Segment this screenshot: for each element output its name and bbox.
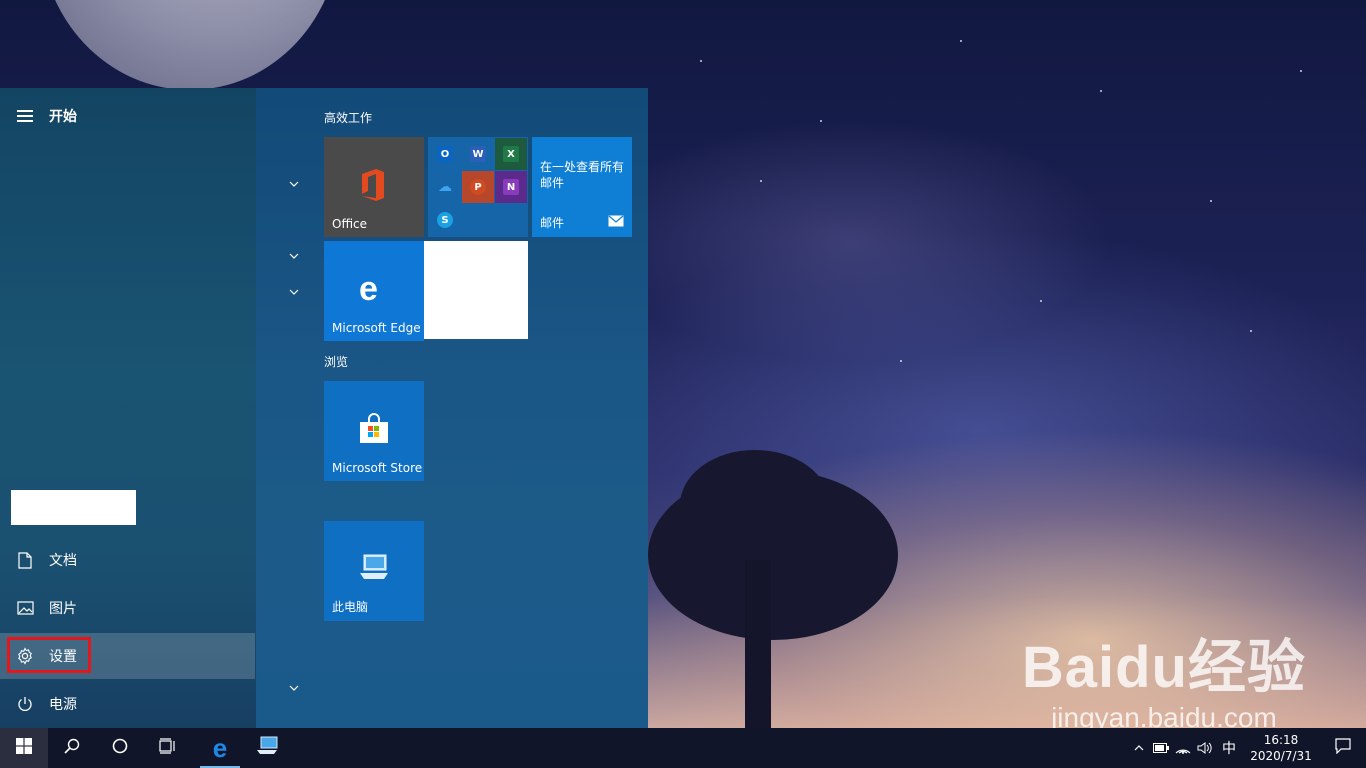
- tree-silhouette: [680, 450, 830, 560]
- tiles-pane: 高效工作 Office O W X ☁ P N S 在一处查看所有邮件 邮件 e…: [256, 88, 648, 728]
- tile-this-pc[interactable]: 此电脑: [324, 521, 424, 621]
- mail-tile-description: 在一处查看所有邮件: [540, 160, 625, 190]
- group-title-browse[interactable]: 浏览: [324, 353, 348, 370]
- tile-label: 此电脑: [332, 600, 369, 614]
- outlook-icon[interactable]: O: [429, 138, 461, 170]
- mail-icon: [608, 212, 624, 231]
- computer-icon: [358, 553, 390, 587]
- settings-highlight-box: [7, 637, 91, 673]
- tile-label: Microsoft Store: [332, 461, 423, 475]
- star: [760, 180, 762, 182]
- cortana-button[interactable]: [96, 728, 144, 768]
- volume-icon[interactable]: [1194, 728, 1216, 768]
- chevron-up-icon[interactable]: [1128, 728, 1150, 768]
- tile-label: 邮件: [540, 216, 565, 230]
- clock-time: 16:18: [1263, 733, 1299, 747]
- star: [1300, 70, 1302, 72]
- tile-office-apps-folder[interactable]: O W X ☁ P N S: [428, 137, 528, 237]
- edge-icon: e: [359, 270, 378, 308]
- start-header[interactable]: 开始: [0, 104, 77, 128]
- battery-icon[interactable]: [1150, 728, 1172, 768]
- powerpoint-icon[interactable]: P: [462, 171, 494, 203]
- group-title-productivity[interactable]: 高效工作: [324, 109, 372, 126]
- excel-icon[interactable]: X: [495, 138, 527, 170]
- windows-logo-icon: [16, 738, 32, 758]
- tile-microsoft-edge[interactable]: e Microsoft Edge: [324, 241, 424, 341]
- action-center-button[interactable]: [1320, 728, 1366, 768]
- rail-item-label: 文档: [49, 553, 77, 569]
- rail-item-documents[interactable]: 文档: [0, 537, 255, 583]
- rail-item-power[interactable]: 电源: [0, 681, 255, 727]
- tile-mail[interactable]: 在一处查看所有邮件 邮件: [532, 137, 632, 237]
- star: [700, 60, 702, 62]
- watermark-title: Baidu经验: [1021, 635, 1306, 700]
- chevron-down-icon[interactable]: [288, 250, 300, 262]
- tree-trunk: [745, 560, 771, 728]
- tile-label: Microsoft Edge: [332, 321, 421, 335]
- notification-icon: [1335, 738, 1351, 758]
- edge-icon: e: [212, 733, 228, 763]
- computer-icon: [256, 736, 280, 760]
- onenote-icon[interactable]: N: [495, 171, 527, 203]
- taskbar-this-pc[interactable]: [244, 728, 292, 768]
- star: [1210, 200, 1212, 202]
- clock-date: 2020/7/31: [1250, 749, 1312, 763]
- chevron-down-icon[interactable]: [288, 286, 300, 298]
- start-title: 开始: [49, 109, 77, 125]
- tile-office[interactable]: Office: [324, 137, 424, 237]
- cortana-circle-icon: [112, 738, 128, 758]
- chevron-down-icon[interactable]: [288, 178, 300, 190]
- moon: [40, 0, 340, 90]
- watermark-url: jingyan.baidu.com: [1051, 702, 1277, 728]
- rail-item-label: 电源: [49, 697, 77, 713]
- office-icon: [358, 167, 388, 207]
- chevron-down-icon[interactable]: [288, 682, 300, 694]
- star: [900, 360, 902, 362]
- word-icon[interactable]: W: [462, 138, 494, 170]
- hamburger-menu-icon[interactable]: [17, 110, 33, 122]
- tile-label: Office: [332, 217, 368, 231]
- user-account[interactable]: [11, 490, 136, 525]
- document-icon: [16, 551, 34, 569]
- skype-icon[interactable]: S: [429, 204, 461, 236]
- system-tray: 中 16:18 2020/7/31: [1128, 728, 1366, 768]
- start-rail: 开始 文档 图片 设置 电源: [0, 88, 256, 728]
- task-view-button[interactable]: [144, 728, 192, 768]
- store-icon: [358, 413, 390, 449]
- ime-indicator[interactable]: 中: [1216, 728, 1242, 768]
- star: [1100, 90, 1102, 92]
- clock[interactable]: 16:18 2020/7/31: [1242, 732, 1320, 764]
- rail-item-label: 图片: [49, 601, 77, 617]
- star: [820, 120, 822, 122]
- taskbar-edge[interactable]: e: [196, 728, 244, 768]
- star: [960, 40, 962, 42]
- rail-item-pictures[interactable]: 图片: [0, 585, 255, 631]
- search-button[interactable]: [48, 728, 96, 768]
- start-menu: 开始 文档 图片 设置 电源 高效工作 Office O W X ☁ P N S…: [0, 88, 648, 728]
- star: [1250, 330, 1252, 332]
- task-view-icon: [159, 738, 177, 758]
- wifi-icon[interactable]: [1172, 728, 1194, 768]
- search-icon: [64, 738, 80, 758]
- tile-microsoft-store[interactable]: Microsoft Store: [324, 381, 424, 481]
- start-button[interactable]: [0, 728, 48, 768]
- baidu-watermark: Baidu经验 jingyan.baidu.com: [1022, 620, 1306, 728]
- taskbar: e 中 16:18 2020/7/31: [0, 728, 1366, 768]
- star: [1040, 300, 1042, 302]
- onedrive-icon[interactable]: ☁: [429, 171, 461, 203]
- pictures-icon: [16, 599, 34, 617]
- power-icon: [16, 695, 34, 713]
- tile-blank[interactable]: [424, 241, 528, 339]
